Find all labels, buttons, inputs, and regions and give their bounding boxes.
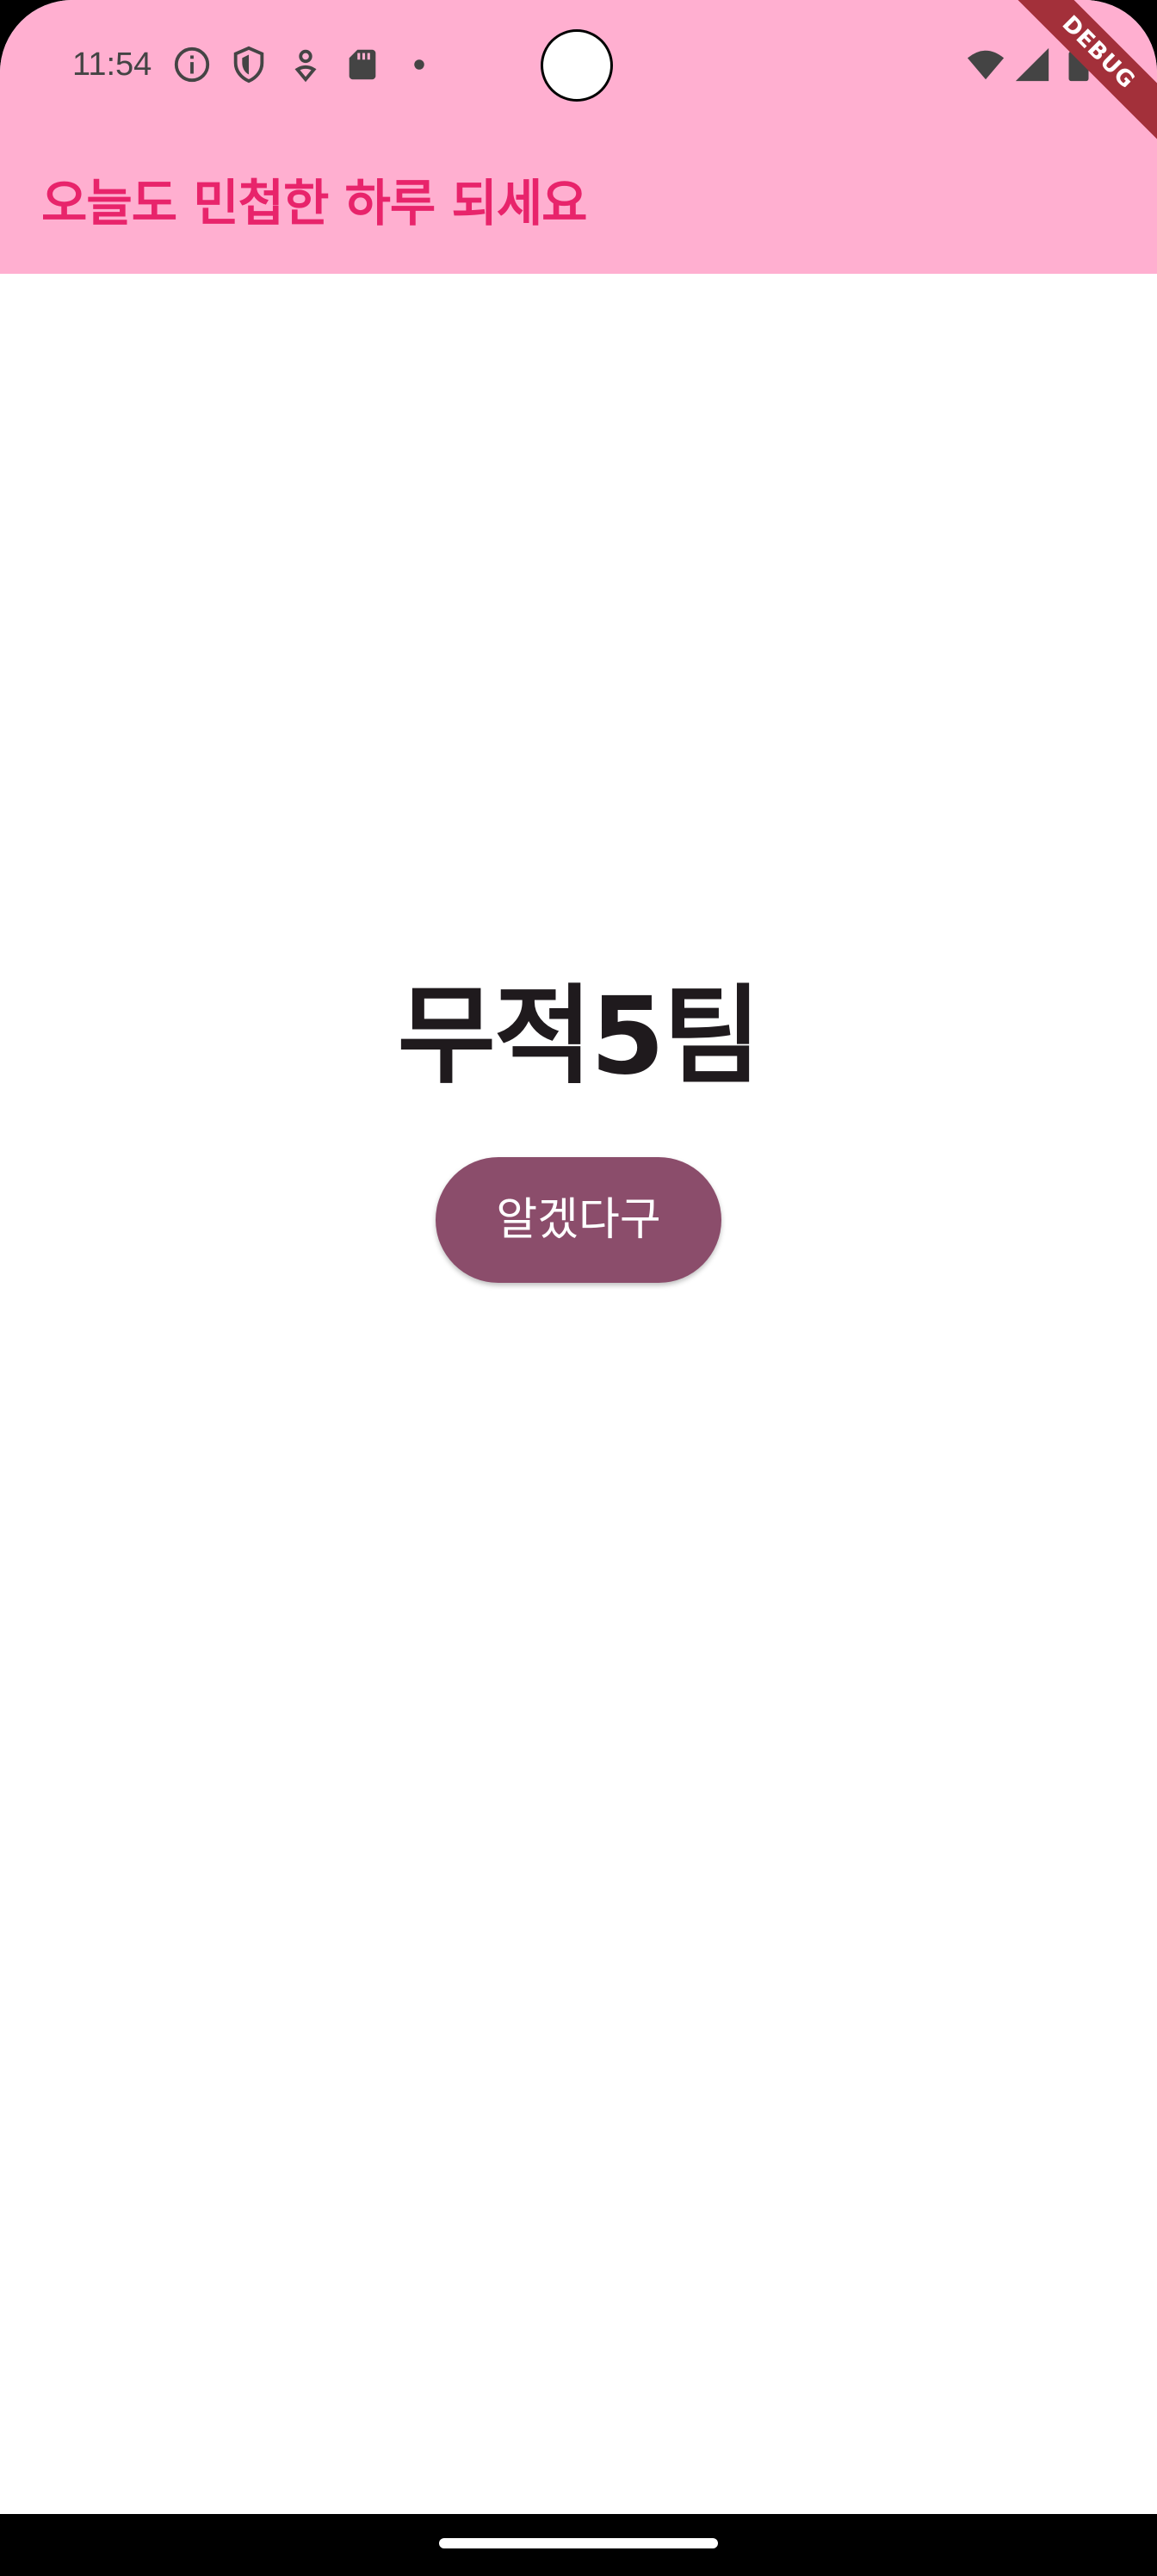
dot-icon — [399, 45, 439, 84]
status-time: 11:54 — [72, 46, 152, 83]
home-indicator[interactable] — [439, 2538, 718, 2548]
app-header: 11:54 DEBUG 오늘도 민첩한 하루 되세요 — [0, 0, 1157, 274]
shield-icon — [229, 45, 269, 84]
app-bar-title: 오늘도 민첩한 하루 되세요 — [41, 174, 588, 232]
info-icon — [172, 45, 212, 84]
phone-screen: 11:54 DEBUG 오늘도 민첩한 하루 되세요 무적5팀 알겠다구 — [0, 0, 1157, 2576]
location-pin-icon — [286, 45, 325, 84]
page-heading: 무적5팀 — [397, 975, 762, 1099]
cell-signal-icon — [1012, 45, 1052, 84]
confirm-button[interactable]: 알겠다구 — [436, 1157, 721, 1283]
camera-cutout — [541, 29, 613, 102]
sd-card-icon — [343, 45, 382, 84]
main-content — [0, 274, 1157, 2512]
wifi-icon — [966, 45, 1005, 84]
